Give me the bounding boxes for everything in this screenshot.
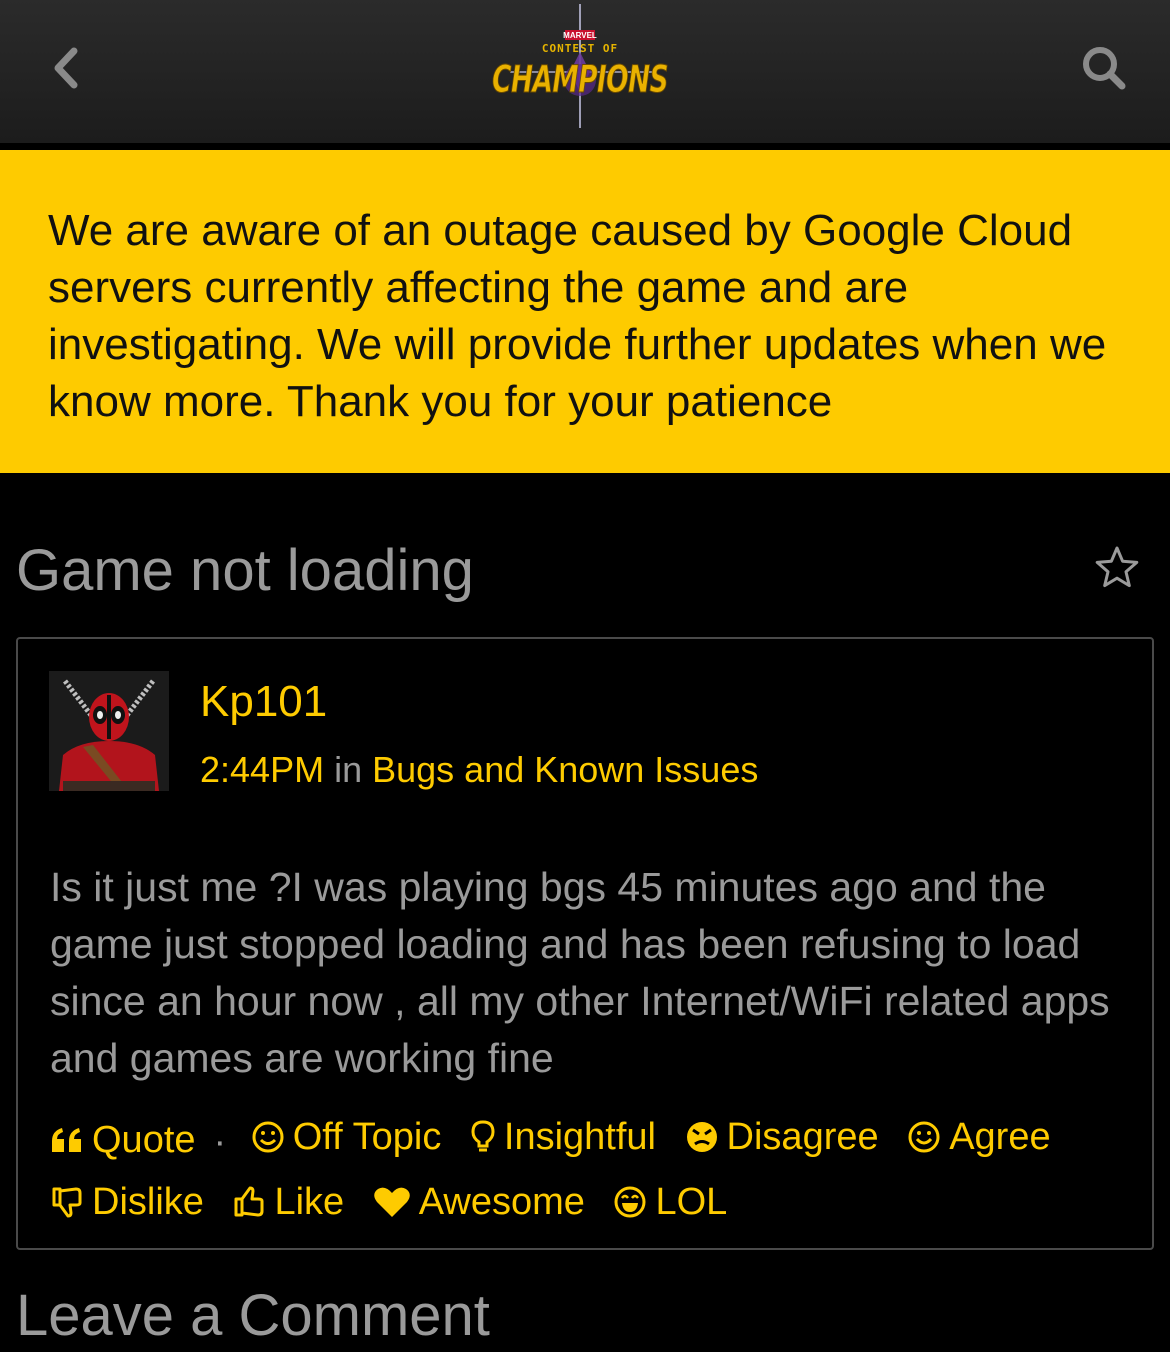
star-icon [1095, 546, 1139, 588]
reaction-label: Insightful [503, 1116, 656, 1158]
smile-icon [252, 1121, 284, 1153]
happy-face-icon [908, 1121, 940, 1153]
reaction-insightful[interactable]: Insightful [470, 1107, 656, 1167]
reaction-off-topic[interactable]: Off Topic [251, 1107, 442, 1167]
reaction-label: Like [274, 1181, 345, 1223]
search-button[interactable] [1074, 38, 1134, 98]
chevron-left-icon [54, 47, 78, 89]
post-body: Is it just me ?I was playing bgs 45 minu… [50, 864, 1110, 1081]
quote-label: Quote [92, 1119, 196, 1161]
angry-face-icon [686, 1122, 717, 1152]
reaction-label: Dislike [92, 1181, 204, 1223]
back-button[interactable] [40, 40, 90, 96]
announcement-banner: We are aware of an outage caused by Goog… [0, 150, 1170, 473]
post-author-link[interactable]: Kp101 [200, 677, 327, 727]
reaction-label: Awesome [418, 1181, 585, 1223]
quote-icon [52, 1128, 81, 1152]
top-bar: MARVEL CONTEST OF CHAMPIONS [0, 0, 1170, 146]
svg-text:MARVEL: MARVEL [563, 31, 597, 40]
post-meta: 2:44PM in Bugs and Known Issues [200, 749, 758, 791]
search-icon [1083, 47, 1126, 90]
reaction-label: Disagree [726, 1116, 879, 1158]
post-card: Kp101 2:44PM in Bugs and Known Issues Is… [16, 637, 1154, 1250]
discussion-title: Game not loading [16, 538, 474, 603]
thumbs-down-icon [52, 1187, 82, 1218]
reaction-separator: · [213, 1121, 227, 1163]
reaction-agree[interactable]: Agree [907, 1107, 1051, 1167]
post-in-label: in [324, 749, 373, 790]
announcement-text: We are aware of an outage caused by Goog… [48, 206, 1107, 426]
heart-icon [373, 1187, 410, 1217]
reaction-lol[interactable]: LOL [613, 1172, 727, 1232]
reaction-label: Off Topic [292, 1116, 442, 1158]
quote-button[interactable]: Quote [50, 1110, 196, 1170]
reaction-like[interactable]: Like [232, 1172, 344, 1232]
category-link[interactable]: Bugs and Known Issues [372, 749, 758, 790]
contest-of-champions-logo[interactable]: MARVEL CONTEST OF CHAMPIONS [480, 0, 690, 130]
svg-text:CONTEST OF: CONTEST OF [542, 42, 618, 55]
thumbs-up-icon [234, 1186, 264, 1217]
svg-text:CHAMPIONS: CHAMPIONS [492, 58, 668, 101]
laughing-face-icon [614, 1186, 646, 1218]
avatar[interactable] [49, 671, 169, 791]
reaction-bar: Quote · Off Topic Insightful Disagree Ag… [50, 1107, 1140, 1237]
reaction-disagree[interactable]: Disagree [685, 1107, 879, 1167]
reaction-dislike[interactable]: Dislike [50, 1172, 204, 1232]
reaction-label: Agree [949, 1116, 1051, 1158]
post-time[interactable]: 2:44PM [200, 749, 324, 790]
leave-comment-heading: Leave a Comment [16, 1283, 490, 1348]
lightbulb-icon [471, 1120, 495, 1152]
reaction-awesome[interactable]: Awesome [373, 1172, 585, 1232]
bookmark-button[interactable] [1094, 544, 1140, 590]
reaction-label: LOL [655, 1181, 728, 1223]
